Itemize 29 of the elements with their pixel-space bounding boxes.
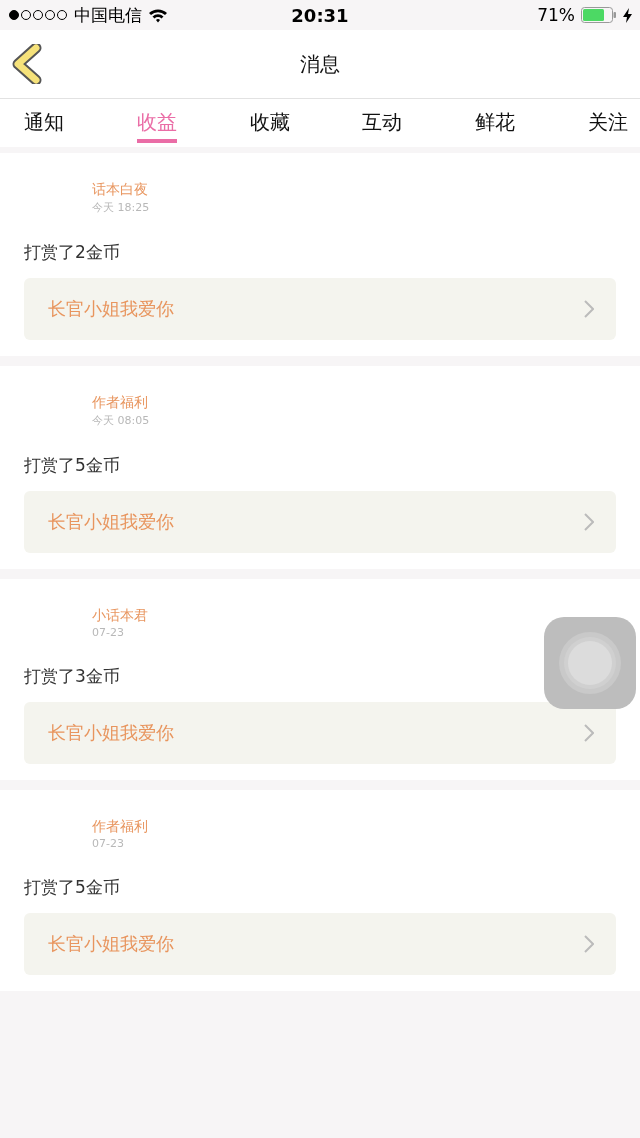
clock-time: 20:31 (291, 4, 349, 26)
sender-name: 作者福利 (92, 818, 149, 836)
sender-name: 作者福利 (92, 394, 149, 412)
message-text: 打赏了2金币 (24, 241, 121, 264)
chevron-right-icon (584, 300, 594, 318)
carrier-name: 中国电信 (74, 3, 142, 27)
tab[interactable]: 鲜花 (475, 99, 516, 143)
wifi-icon (148, 7, 168, 23)
message-text: 打赏了5金币 (24, 454, 121, 477)
battery-percent: 71% (537, 5, 575, 25)
message-text: 打赏了5金币 (24, 876, 121, 899)
message-time: 今天 18:25 (92, 200, 151, 215)
chevron-right-icon (584, 513, 594, 531)
tab[interactable]: 互动 (362, 99, 403, 143)
message-time: 今天 08:05 (92, 413, 151, 428)
sender-name: 小话本君 (92, 607, 149, 625)
charging-icon (623, 7, 632, 23)
tab[interactable]: 收藏 (249, 99, 290, 143)
tab[interactable]: 通知 (24, 99, 64, 143)
battery-icon (581, 7, 617, 23)
page-title: 消息 (300, 50, 340, 78)
tab[interactable]: 关注 (588, 99, 628, 143)
message-time: 07-23 (92, 626, 125, 639)
signal-icon (8, 9, 68, 21)
message-time: 07-23 (92, 837, 125, 850)
sender-name: 话本白夜 (92, 181, 149, 199)
chevron-right-icon (584, 935, 594, 953)
message-text: 打赏了3金币 (24, 665, 121, 688)
chevron-right-icon (584, 724, 594, 742)
